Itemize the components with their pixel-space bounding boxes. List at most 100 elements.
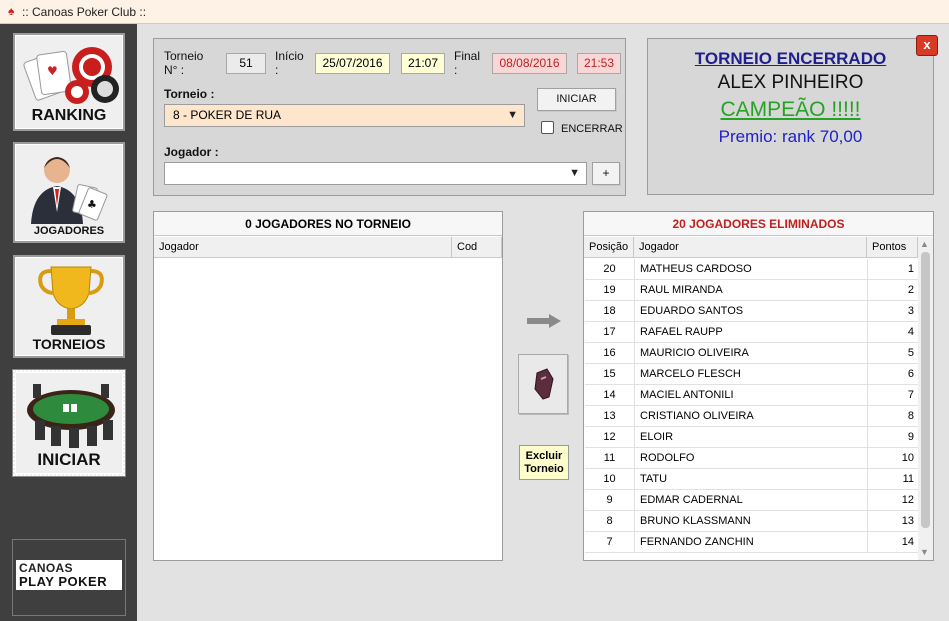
cell-posicao: 12	[585, 427, 635, 448]
cell-jogador: MAURICIO OLIVEIRA	[635, 343, 868, 364]
iniciar-button[interactable]: INICIAR	[537, 88, 616, 111]
sidebar-item-ranking[interactable]: ♥ RANKING	[13, 33, 125, 131]
table-row[interactable]: 15 MARCELO FLESCH 6	[585, 364, 919, 385]
encerrar-checkbox[interactable]	[541, 121, 554, 134]
scroll-up-icon[interactable]: ▲	[920, 239, 929, 249]
cell-posicao: 8	[585, 511, 635, 532]
cell-jogador: EDUARDO SANTOS	[635, 301, 868, 322]
spade-icon: ♠	[8, 4, 15, 18]
cell-pontos: 12	[901, 494, 914, 506]
cell-jogador: MACIEL ANTONILI	[635, 385, 868, 406]
brand-line2: PLAY POKER	[19, 574, 108, 589]
poker-chips-cards-icon: ♥	[23, 47, 119, 104]
torneio-select[interactable]: 8 - POKER DE RUA ▼	[164, 104, 525, 127]
prize-text: Premio: rank 70,00	[718, 127, 863, 146]
window-title: :: Canoas Poker Club ::	[22, 5, 147, 19]
players-in-tournament-list: 0 JOGADORES NO TORNEIO Jogador Cod	[153, 211, 503, 561]
sidebar-item-jogadores[interactable]: ♣ JOGADORES	[13, 142, 125, 243]
main-area: Torneio N° : 51 Início : 25/07/2016 21:0…	[137, 24, 949, 621]
table-row[interactable]: 7 FERNANDO ZANCHIN 14	[585, 532, 919, 553]
column-header-cod[interactable]: Cod	[452, 237, 502, 258]
cell-jogador: FERNANDO ZANCHIN	[635, 532, 868, 553]
sidebar-item-torneios[interactable]: TORNEIOS	[13, 255, 125, 358]
delete-tournament-line1: Excluir	[525, 450, 563, 462]
players-in-tournament-title: 0 JOGADORES NO TORNEIO	[154, 212, 502, 236]
encerrar-label: ENCERRAR	[561, 123, 623, 135]
tournament-form-panel: Torneio N° : 51 Início : 25/07/2016 21:0…	[153, 38, 626, 196]
final-date-field[interactable]: 08/08/2016	[492, 53, 567, 74]
sidebar-item-label: RANKING	[31, 107, 107, 124]
remove-player-button[interactable]	[518, 354, 568, 414]
cell-pontos: 5	[907, 347, 914, 359]
close-icon[interactable]: x	[916, 35, 938, 56]
inicio-date-field[interactable]: 25/07/2016	[315, 53, 390, 74]
cell-pontos: 8	[907, 410, 914, 422]
cell-posicao: 9	[585, 490, 635, 511]
cell-pontos: 7	[907, 389, 914, 401]
table-row[interactable]: 12 ELOIR 9	[585, 427, 919, 448]
final-time-field[interactable]: 21:53	[577, 53, 621, 74]
eliminated-players-title: 20 JOGADORES ELIMINADOS	[584, 212, 933, 236]
sidebar-item-label: INICIAR	[37, 450, 101, 469]
table-row[interactable]: 16 MAURICIO OLIVEIRA 5	[585, 343, 919, 364]
table-row[interactable]: 9 EDMAR CADERNAL 12	[585, 490, 919, 511]
cell-posicao: 10	[585, 469, 635, 490]
column-header-pontos[interactable]: Pontos	[867, 237, 918, 258]
cell-pontos: 9	[907, 431, 914, 443]
scrollbar[interactable]: ▲ ▼	[918, 237, 933, 560]
inicio-time-field[interactable]: 21:07	[401, 53, 445, 74]
cell-pontos: 14	[901, 536, 914, 548]
column-header-jogador[interactable]: Jogador	[154, 237, 452, 258]
cell-jogador: RODOLFO	[635, 448, 868, 469]
cell-posicao: 17	[585, 322, 635, 343]
jogador-label: Jogador :	[164, 145, 219, 159]
table-row[interactable]: 14 MACIEL ANTONILI 7	[585, 385, 919, 406]
cell-jogador: EDMAR CADERNAL	[635, 490, 868, 511]
cell-pontos: 1	[907, 263, 914, 275]
brand-logo: CANOAS PLAY POKER	[12, 539, 126, 616]
eliminated-players-list: 20 JOGADORES ELIMINADOS Posição Jogador …	[583, 211, 934, 561]
table-row[interactable]: 10 TATU 11	[585, 469, 919, 490]
cell-jogador: RAFAEL RAUPP	[635, 322, 868, 343]
torneio-label: Torneio :	[164, 87, 215, 101]
scroll-down-icon[interactable]: ▼	[920, 547, 929, 557]
svg-text:♥: ♥	[47, 64, 58, 78]
jogador-select[interactable]: ▼	[164, 162, 587, 185]
cell-jogador: BRUNO KLASSMANN	[635, 511, 868, 532]
brand-logo-box: CANOAS PLAY POKER	[16, 560, 122, 590]
cell-posicao: 7	[585, 532, 635, 553]
chevron-down-icon: ▼	[507, 109, 518, 121]
delete-tournament-button[interactable]: Excluir Torneio	[519, 445, 569, 480]
coffin-icon	[534, 368, 554, 400]
table-row[interactable]: 20 MATHEUS CARDOSO 1	[585, 259, 919, 280]
status-title: TORNEIO ENCERRADO	[694, 49, 887, 68]
sidebar: ♥ RANKING ♣ JOGADORES TORNEIOS INICIAR C…	[0, 24, 137, 621]
table-row[interactable]: 13 CRISTIANO OLIVEIRA 8	[585, 406, 919, 427]
cell-pontos: 2	[907, 284, 914, 296]
scrollbar-thumb[interactable]	[921, 252, 930, 528]
table-row[interactable]: 8 BRUNO KLASSMANN 13	[585, 511, 919, 532]
cell-pontos: 11	[902, 473, 914, 485]
column-header-jogador[interactable]: Jogador	[634, 237, 867, 258]
torneio-no-field[interactable]: 51	[226, 53, 266, 74]
add-player-button[interactable]: +	[592, 162, 620, 185]
cell-pontos: 10	[901, 452, 914, 464]
champion-text: CAMPEÃO !!!!!	[720, 98, 861, 121]
inicio-label: Início :	[275, 49, 304, 77]
cell-jogador: RAUL MIRANDA	[635, 280, 868, 301]
sidebar-item-iniciar[interactable]: INICIAR	[12, 369, 126, 477]
column-header-posicao[interactable]: Posição	[584, 237, 634, 258]
chevron-down-icon: ▼	[569, 167, 580, 179]
cell-jogador: ELOIR	[635, 427, 868, 448]
sidebar-item-label: TORNEIOS	[32, 336, 106, 352]
table-row[interactable]: 19 RAUL MIRANDA 2	[585, 280, 919, 301]
table-row[interactable]: 17 RAFAEL RAUPP 4	[585, 322, 919, 343]
window-titlebar: ♠ :: Canoas Poker Club ::	[0, 0, 949, 24]
svg-text:♣: ♣	[87, 198, 97, 211]
table-row[interactable]: 18 EDUARDO SANTOS 3	[585, 301, 919, 322]
cell-posicao: 19	[585, 280, 635, 301]
table-row[interactable]: 11 RODOLFO 10	[585, 448, 919, 469]
player-icon: ♣	[31, 157, 108, 224]
cell-pontos: 13	[901, 515, 914, 527]
cell-jogador: TATU	[635, 469, 868, 490]
